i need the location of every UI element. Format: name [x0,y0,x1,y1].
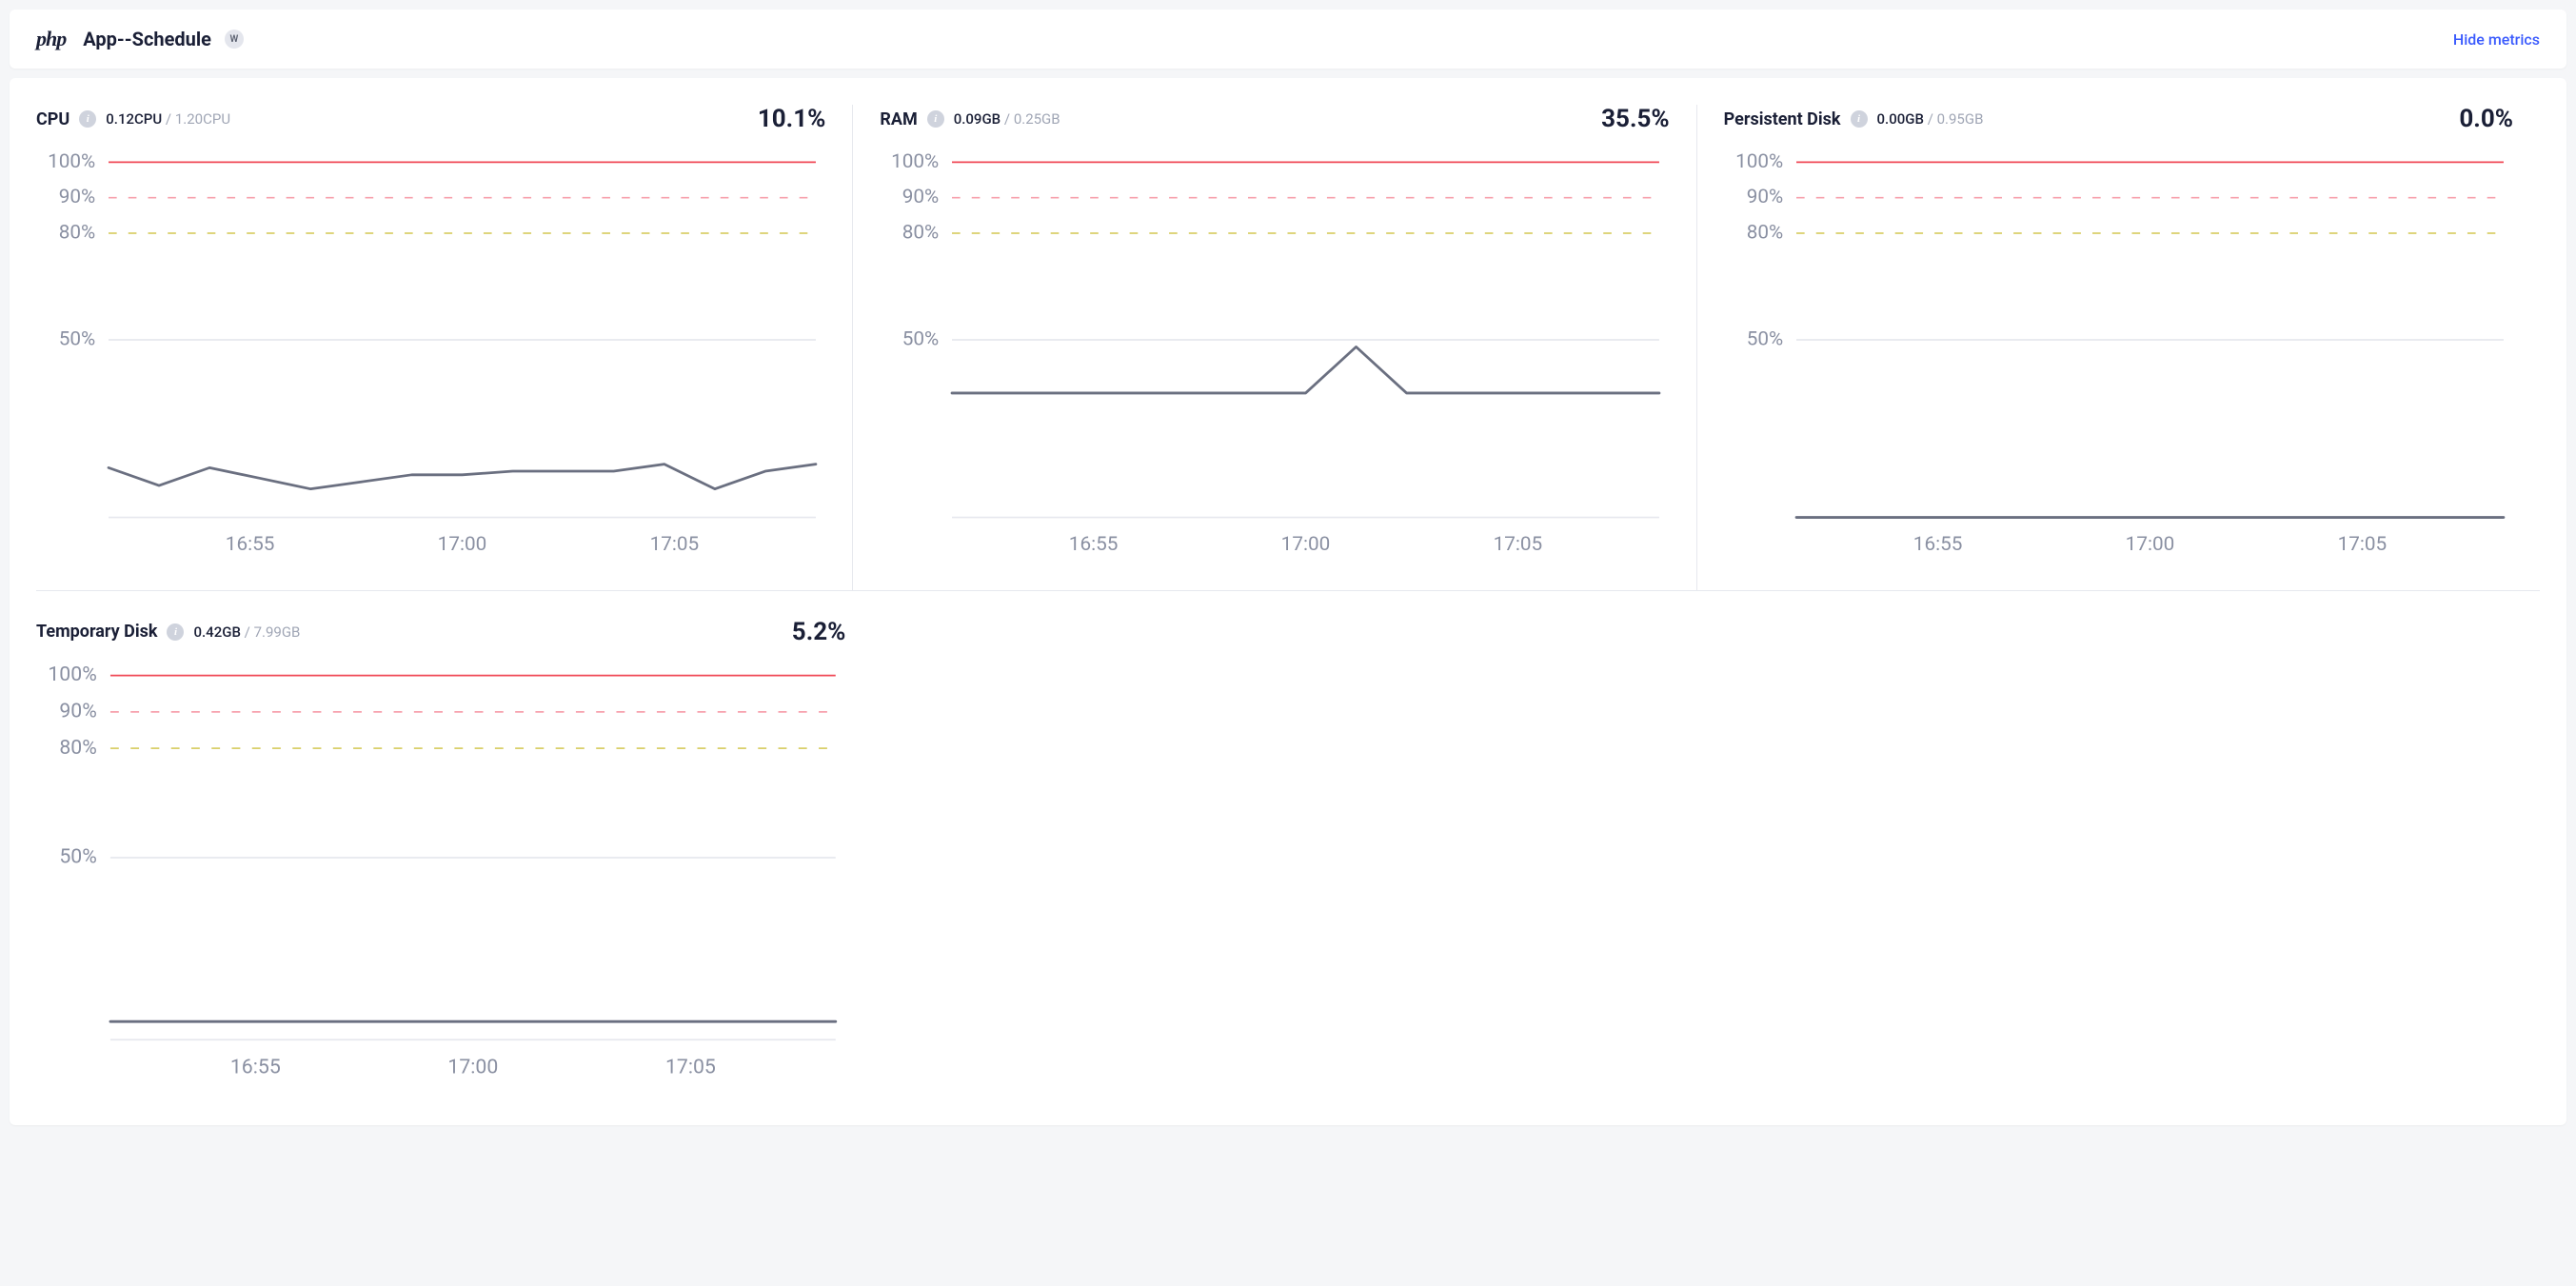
metric-header-tdisk: Temporary Disk i 0.42GB / 7.99GB 5.2% [36,618,845,646]
worker-badge: W [225,30,244,49]
metric-title-tdisk: Temporary Disk [36,622,157,642]
metric-pct-cpu: 10.1% [758,105,826,133]
svg-text:100%: 100% [1735,152,1783,173]
metric-header-cpu: CPU i 0.12CPU / 1.20CPU 10.1% [36,105,825,133]
svg-text:17:00: 17:00 [447,1056,498,1079]
metric-title-pdisk: Persistent Disk [1724,109,1841,129]
metric-header-ram: RAM i 0.09GB / 0.25GB 35.5% [880,105,1669,133]
metric-panel-temporary-disk: Temporary Disk i 0.42GB / 7.99GB 5.2% 10… [36,618,872,1114]
svg-text:17:00: 17:00 [2125,533,2174,556]
metric-pct-tdisk: 5.2% [792,618,846,646]
svg-text:90%: 90% [902,186,939,208]
chart-persistent-disk: 100% 90% 80% 50% 16:55 17:00 17:05 [1724,152,2513,564]
metric-used: 0.00GB [1877,110,1924,128]
metric-used: 0.09GB [954,110,1001,128]
metric-used: 0.12CPU [106,110,162,128]
metric-used: 0.42GB [193,623,240,641]
usage-separator: / [245,623,254,641]
metric-header-pdisk: Persistent Disk i 0.00GB / 0.95GB 0.0% [1724,105,2513,133]
svg-text:50%: 50% [1746,327,1782,350]
svg-text:17:00: 17:00 [1281,533,1331,556]
metric-panel-cpu: CPU i 0.12CPU / 1.20CPU 10.1% 100% 90% 80%… [36,105,852,590]
usage-separator: / [1928,110,1937,128]
svg-text:16:55: 16:55 [230,1056,281,1079]
chart-cpu: 100% 90% 80% 50% 16:55 17:00 17:05 [36,152,825,564]
svg-text:17:05: 17:05 [665,1056,716,1079]
app-header: php App--Schedule W Hide metrics [10,10,2566,69]
metric-title-cpu: CPU [36,109,69,129]
svg-text:50%: 50% [59,327,95,350]
chart-temporary-disk: 100% 90% 80% 50% 16:55 17:00 17:05 [36,665,845,1087]
info-icon[interactable]: i [1851,110,1868,128]
metric-panel-persistent-disk: Persistent Disk i 0.00GB / 0.95GB 0.0% 1… [1696,105,2540,590]
info-icon[interactable]: i [79,110,96,128]
svg-text:16:55: 16:55 [1912,533,1962,556]
svg-text:90%: 90% [1746,186,1782,208]
php-logo: php [36,27,66,51]
svg-text:50%: 50% [902,327,939,350]
metric-usage-tdisk: 0.42GB / 7.99GB [193,623,300,641]
metric-limit: 0.95GB [1937,110,1984,128]
usage-separator: / [1004,110,1014,128]
metrics-row-2: Temporary Disk i 0.42GB / 7.99GB 5.2% 10… [36,618,2540,1114]
svg-text:100%: 100% [891,152,939,173]
metric-limit: 0.25GB [1014,110,1060,128]
metrics-card: CPU i 0.12CPU / 1.20CPU 10.1% 100% 90% 80%… [10,78,2566,1125]
svg-text:90%: 90% [59,186,95,208]
svg-text:16:55: 16:55 [1069,533,1119,556]
metric-usage-ram: 0.09GB / 0.25GB [954,110,1060,128]
metric-limit: 1.20CPU [175,110,230,128]
metric-usage-cpu: 0.12CPU / 1.20CPU [106,110,230,128]
svg-text:80%: 80% [1746,221,1782,244]
svg-text:50%: 50% [59,845,96,869]
metrics-row-1: CPU i 0.12CPU / 1.20CPU 10.1% 100% 90% 80%… [36,105,2540,590]
metric-panel-ram: RAM i 0.09GB / 0.25GB 35.5% 100% 90% 80% 50… [852,105,1695,590]
metric-pct-pdisk: 0.0% [2459,105,2513,133]
svg-text:100%: 100% [48,152,95,173]
metric-title-ram: RAM [880,109,917,129]
chart-ram: 100% 90% 80% 50% 16:55 17:00 17:05 [880,152,1669,564]
hide-metrics-link[interactable]: Hide metrics [2453,30,2540,49]
svg-text:100%: 100% [48,665,96,686]
metric-limit: 7.99GB [254,623,301,641]
svg-text:80%: 80% [902,221,939,244]
svg-text:17:05: 17:05 [2337,533,2387,556]
svg-text:80%: 80% [59,736,96,760]
info-icon[interactable]: i [167,623,184,641]
info-icon[interactable]: i [927,110,944,128]
svg-text:16:55: 16:55 [226,533,275,556]
svg-text:90%: 90% [59,699,96,722]
metric-pct-ram: 35.5% [1601,105,1670,133]
app-title: App--Schedule [83,28,211,50]
svg-text:80%: 80% [59,221,95,244]
usage-separator: / [166,110,175,128]
svg-text:17:05: 17:05 [650,533,700,556]
metric-usage-pdisk: 0.00GB / 0.95GB [1877,110,1984,128]
row-divider [36,590,2540,591]
svg-text:17:00: 17:00 [438,533,487,556]
svg-text:17:05: 17:05 [1494,533,1543,556]
